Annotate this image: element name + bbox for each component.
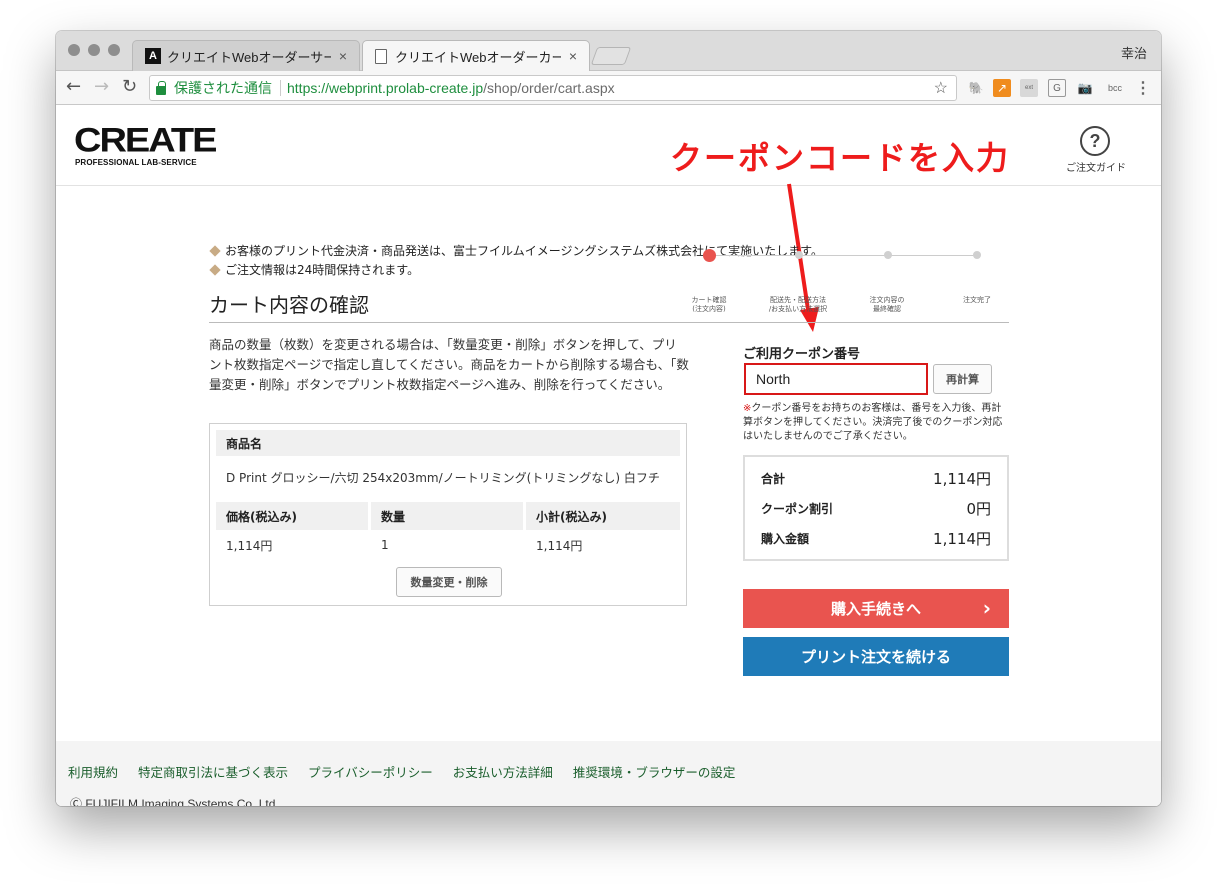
checkout-label: 購入手続きへ	[830, 600, 921, 618]
product-name-header: 商品名	[216, 430, 680, 456]
summary-row-total: 合計 1,114円	[761, 468, 991, 489]
page-title: カート内容の確認	[209, 293, 369, 317]
tab-close-icon[interactable]: ×	[569, 48, 577, 64]
tab-create-order-service[interactable]: A クリエイトWebオーダーサービ ×	[132, 40, 360, 71]
change-quantity-button[interactable]: 数量変更・削除	[396, 567, 502, 597]
bookmark-star-icon[interactable]: ☆	[934, 78, 948, 98]
summary-value: 0円	[966, 500, 991, 518]
diamond-bullet-icon	[209, 245, 221, 257]
coupon-note: ※クーポン番号をお持ちのお客様は、番号を入力後、再計算ボタンを押してください。決…	[743, 402, 1009, 444]
price-header: 価格(税込み)	[216, 502, 368, 530]
footer-link-payment[interactable]: お支払い方法詳細	[453, 762, 553, 781]
footer-link-privacy[interactable]: プライバシーポリシー	[308, 762, 433, 781]
divider	[280, 80, 281, 96]
camera-icon[interactable]: 📷	[1076, 79, 1094, 97]
site-footer: 利用規約 特定商取引法に基づく表示 プライバシーポリシー お支払い方法詳細 推奨…	[56, 741, 1161, 806]
price-value: 1,114円	[226, 538, 273, 553]
progress-step-label: 配送先・配送方法/お支払い方法選択	[768, 296, 828, 313]
maximize-window-button[interactable]	[108, 44, 120, 56]
coupon-label: ご利用クーポン番号	[743, 347, 861, 362]
subtotal-header: 小計(税込み)	[526, 502, 680, 530]
summary-value: 1,114円	[933, 530, 991, 548]
screenshot-stage: A クリエイトWebオーダーサービ × クリエイトWebオーダーカート × 幸治…	[0, 0, 1217, 886]
document-icon	[375, 48, 387, 64]
tab-create-order-cart[interactable]: クリエイトWebオーダーカート ×	[362, 40, 590, 71]
tab-title: クリエイトWebオーダーカート	[395, 49, 561, 65]
new-tab-button[interactable]	[590, 47, 632, 65]
minimize-window-button[interactable]	[88, 44, 100, 56]
progress-track	[710, 255, 978, 256]
summary-label: クーポン割引	[761, 502, 834, 516]
footer-links: 利用規約 特定商取引法に基づく表示 プライバシーポリシー お支払い方法詳細 推奨…	[68, 762, 735, 781]
ext-icon[interactable]: ext	[1020, 79, 1038, 97]
g-icon[interactable]: G	[1048, 79, 1066, 97]
chevron-right-icon: ›	[982, 596, 991, 620]
quantity-value: 1	[381, 538, 389, 552]
progress-step-label: 注文完了	[963, 296, 991, 304]
product-table: 商品名 D Print グロッシー/六切 254x203mm/ノートリミング(ト…	[209, 423, 687, 606]
footer-link-environment[interactable]: 推奨環境・ブラウザーの設定	[573, 762, 736, 781]
footer-link-terms[interactable]: 利用規約	[68, 762, 118, 781]
diamond-bullet-icon	[209, 264, 221, 276]
summary-row-purchase: 購入金額 1,114円	[761, 528, 991, 549]
cart-description: 商品の数量（枚数）を変更される場合は、「数量変更・削除」ボタンを押して、プリント…	[209, 337, 689, 392]
url-path: /shop/order/cart.aspx	[483, 80, 615, 96]
browser-toolbar: ← → ↻ 保護された通信 https://webprint.prolab-cr…	[56, 71, 1161, 105]
menu-icon[interactable]: ⋮	[1134, 79, 1152, 97]
summary-label: 合計	[761, 472, 786, 486]
evernote-icon[interactable]: 🐘	[967, 79, 985, 97]
summary-row-coupon: クーポン割引 0円	[761, 498, 991, 519]
product-name: D Print グロッシー/六切 254x203mm/ノートリミング(トリミング…	[226, 470, 660, 485]
progress-dot	[884, 251, 892, 259]
subtotal-value: 1,114円	[536, 538, 583, 553]
reload-icon[interactable]: ↻	[122, 76, 137, 97]
browser-window: A クリエイトWebオーダーサービ × クリエイトWebオーダーカート × 幸治…	[56, 31, 1161, 806]
url-base: https://webprint.prolab-create.jp	[287, 80, 484, 96]
address-bar[interactable]: 保護された通信 https://webprint.prolab-create.j…	[149, 75, 957, 101]
page-content: CREATE PROFESSIONAL LAB-SERVICE ? ご注文ガイド…	[56, 106, 1161, 806]
progress-dot	[795, 251, 803, 259]
lock-icon	[156, 80, 166, 95]
recalculate-button[interactable]: 再計算	[933, 364, 992, 394]
summary-label: 購入金額	[761, 532, 810, 546]
forward-arrow-icon[interactable]: →	[94, 76, 109, 97]
security-label: 保護された通信	[174, 80, 272, 96]
tab-title: クリエイトWebオーダーサービ	[167, 49, 331, 65]
continue-ordering-button[interactable]: プリント注文を続ける	[743, 637, 1009, 676]
create-favicon-icon: A	[145, 48, 161, 64]
tab-strip: A クリエイトWebオーダーサービ × クリエイトWebオーダーカート × 幸治	[56, 31, 1161, 71]
summary-value: 1,114円	[933, 470, 991, 488]
checkout-button[interactable]: 購入手続きへ ›	[743, 589, 1009, 628]
copyright: Ⓒ FUJIFILM Imaging Systems Co.,Ltd.	[70, 797, 279, 806]
notice-text: ご注文情報は24時間保持されます。	[225, 263, 420, 277]
profile-name[interactable]: 幸治	[1121, 43, 1147, 62]
footer-link-commercial-law[interactable]: 特定商取引法に基づく表示	[138, 762, 288, 781]
progress-step-label: 注文内容の 最終確認	[869, 296, 905, 313]
coupon-note-text: クーポン番号をお持ちのお客様は、番号を入力後、再計算ボタンを押してください。決済…	[743, 403, 1003, 442]
progress-step-label: カート確認 (注文内容)	[691, 296, 727, 313]
quantity-header: 数量	[371, 502, 523, 530]
notice-retention: ご注文情報は24時間保持されます。	[209, 261, 419, 278]
title-divider	[209, 322, 1009, 323]
bcc-icon[interactable]: bcc	[1102, 79, 1128, 97]
tab-close-icon[interactable]: ×	[339, 48, 347, 64]
progress-dot	[973, 251, 981, 259]
chart-icon[interactable]: ↗	[993, 79, 1011, 97]
order-summary: 合計 1,114円 クーポン割引 0円 購入金額 1,114円	[743, 455, 1009, 561]
progress-dot-current	[703, 249, 716, 262]
coupon-code-input[interactable]: North	[744, 363, 928, 395]
notice-payment: お客様のプリント代金決済・商品発送は、富士フイルムイメージングシステムズ株式会社…	[209, 242, 823, 259]
close-window-button[interactable]	[68, 44, 80, 56]
back-arrow-icon[interactable]: ←	[66, 76, 81, 97]
